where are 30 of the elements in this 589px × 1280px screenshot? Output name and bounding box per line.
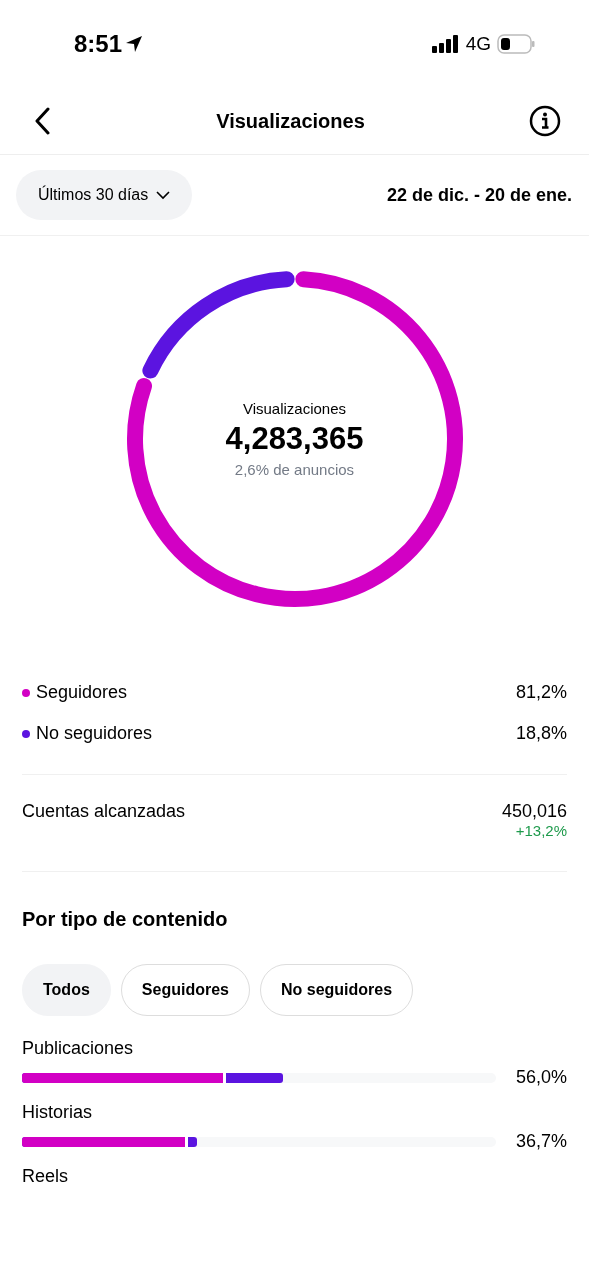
period-dropdown[interactable]: Últimos 30 días — [16, 170, 193, 220]
content-type-label: Historias — [22, 1102, 93, 1123]
signal-icon — [431, 35, 460, 53]
battery-icon — [497, 34, 535, 54]
legend-value: 81,2% — [515, 682, 567, 703]
legend-value: 18,8% — [515, 723, 567, 744]
reach-label: Cuentas alcanzadas — [22, 801, 186, 823]
network-label: 4G — [465, 33, 491, 55]
filter-chip[interactable]: Todos — [22, 964, 111, 1016]
filter-chip[interactable]: Seguidores — [120, 964, 250, 1016]
legend-label: No seguidores — [36, 723, 154, 744]
section-heading: Por tipo de contenido — [22, 908, 229, 931]
content-type-label: Reels — [22, 1166, 70, 1187]
location-arrow-icon — [124, 34, 145, 54]
back-icon[interactable] — [34, 107, 52, 135]
page-title: Visualizaciones — [216, 109, 365, 133]
chevron-down-icon — [156, 190, 171, 200]
status-time: 8:51 — [74, 30, 123, 58]
content-type-label: Publicaciones — [22, 1038, 135, 1059]
info-icon[interactable] — [529, 105, 561, 137]
filter-chip[interactable]: No seguidores — [259, 964, 414, 1016]
total-views: 4,283,365 — [225, 421, 364, 457]
legend-label: Seguidores — [36, 682, 129, 703]
date-range: 22 de dic. - 20 de ene. — [386, 184, 572, 206]
reach-value: 450,016 — [501, 801, 567, 822]
bar-value: 36,7% — [515, 1131, 567, 1152]
bar-value: 56,0% — [515, 1067, 567, 1088]
reach-change: +13,2% — [515, 822, 567, 839]
ads-share: 2,6% de anuncios — [234, 461, 355, 478]
chart-label: Visualizaciones — [242, 400, 347, 417]
